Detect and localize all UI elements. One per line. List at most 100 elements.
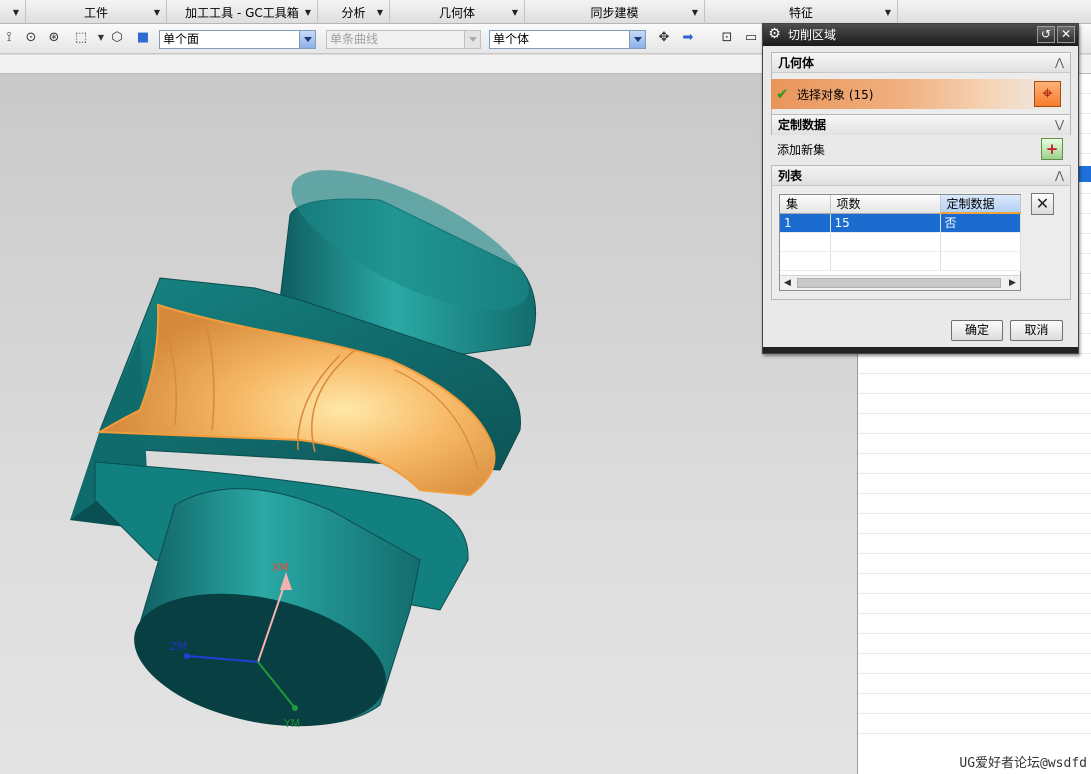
menu-group-label: 分析	[341, 6, 366, 20]
reset-icon[interactable]: ↺	[1037, 26, 1055, 43]
body-filter-select[interactable]: 单个体	[489, 30, 646, 49]
zm-axis-label: ZM	[170, 640, 188, 653]
chevron-down-icon: ▼	[153, 8, 160, 17]
list-row[interactable]	[858, 414, 1091, 434]
ym-axis-label: YM	[284, 717, 301, 730]
dropdown-arrow-icon[interactable]	[299, 31, 315, 48]
select-object-row[interactable]: ✔ 选择对象 (15) ⌖	[771, 79, 1063, 109]
column-header-set[interactable]: 集	[780, 195, 831, 214]
list-row[interactable]	[858, 594, 1091, 614]
graphics-viewport[interactable]: XM ZM YM	[0, 74, 858, 774]
table-row-empty	[780, 251, 1021, 271]
face-filter-select[interactable]: 单个面	[159, 30, 316, 49]
add-new-set-button[interactable]: +	[1041, 138, 1063, 160]
list-row[interactable]	[858, 634, 1091, 654]
menu-group-label: 特征	[788, 6, 813, 20]
scroll-right-icon[interactable]: ▶	[1005, 276, 1020, 290]
watermark-text: UG爱好者论坛@wsdfd	[959, 756, 1087, 771]
list-row[interactable]	[858, 534, 1091, 554]
dropdown-arrow-icon[interactable]	[629, 31, 645, 48]
menu-group-label: 工件	[83, 6, 108, 20]
dialog-title: 切削区域	[788, 28, 837, 42]
ribbon-group-bar: ▼ 工件 ▼ 加工工具 - GC工具箱 ▼ 分析 ▼ 几何体 ▼ 同步建模 ▼ 特征 ▼	[0, 0, 1091, 24]
chevron-down-icon: ▼	[12, 8, 19, 17]
box-select-icon[interactable]: ⬚	[72, 29, 90, 47]
cut-region-dialog: ⚙ 切削区域 ↺ ✕ 几何体 ⋀ ✔ 选择对象 (15) ⌖ 定制数据 ⋁ 添加…	[762, 23, 1079, 354]
body-filter-value: 单个体	[493, 32, 530, 46]
body-select-icon[interactable]: ⬡	[108, 29, 126, 47]
pin-icon[interactable]: ✥	[655, 29, 673, 47]
gear-icon[interactable]: ⚙	[766, 26, 783, 43]
select-point-icon[interactable]: ⊛	[45, 29, 63, 47]
chevron-down-icon: ▼	[376, 8, 383, 17]
menu-group-geometry[interactable]: 几何体 ▼	[390, 0, 525, 24]
chevron-up-icon[interactable]: ⋀	[1055, 166, 1064, 186]
add-new-set-label: 添加新集	[777, 143, 826, 157]
column-header-item-count[interactable]: 项数	[830, 195, 941, 214]
geometry-section-header[interactable]: 几何体 ⋀	[772, 53, 1070, 73]
table-header-row: 集 项数 定制数据	[780, 195, 1021, 214]
menu-group-unnamed[interactable]: ▼	[0, 0, 26, 24]
select-circle-icon[interactable]: ⊙	[22, 29, 40, 47]
dialog-title-bar[interactable]: ⚙ 切削区域 ↺ ✕	[763, 24, 1078, 46]
solid-cube-icon[interactable]: ■	[134, 29, 152, 47]
menu-group-features[interactable]: 特征 ▼	[705, 0, 898, 24]
list-row[interactable]	[858, 714, 1091, 734]
list-row[interactable]	[858, 434, 1091, 454]
list-row[interactable]	[858, 394, 1091, 414]
menu-group-sync-modeling[interactable]: 同步建模 ▼	[525, 0, 705, 24]
selected-row-highlight	[1078, 166, 1091, 182]
section-title: 定制数据	[778, 118, 827, 132]
ok-button[interactable]: 确定	[951, 320, 1003, 341]
table-cell: 1	[780, 213, 831, 233]
chevron-down-icon: ▼	[511, 8, 518, 17]
cancel-button[interactable]: 取消	[1010, 320, 1063, 341]
horizontal-scrollbar[interactable]: ◀ ▶	[780, 275, 1020, 290]
chevron-down-icon: ▼	[304, 8, 311, 17]
scroll-left-icon[interactable]: ◀	[780, 276, 795, 290]
select-object-label: 选择对象 (15)	[797, 88, 874, 102]
list-row[interactable]	[858, 514, 1091, 534]
close-icon[interactable]: ✕	[1057, 26, 1075, 43]
column-header-custom-data[interactable]: 定制数据	[940, 195, 1021, 214]
list-row[interactable]	[858, 614, 1091, 634]
table-cell: 15	[830, 213, 941, 233]
table-cell: 否	[940, 213, 1021, 233]
menu-group-workpiece[interactable]: 工件 ▼	[26, 0, 167, 24]
list-section-header[interactable]: 列表 ⋀	[772, 166, 1070, 186]
sets-table[interactable]: 集 项数 定制数据 1 15 否 ◀ ▶	[779, 194, 1021, 291]
chevron-up-icon[interactable]: ⋀	[1055, 53, 1064, 73]
table-row[interactable]: 1 15 否	[780, 213, 1021, 233]
custom-data-section-header[interactable]: 定制数据 ⋁	[772, 115, 1070, 135]
face-filter-value: 单个面	[163, 32, 200, 46]
list-row[interactable]	[858, 454, 1091, 474]
menu-group-label: 几何体	[438, 6, 475, 20]
list-row[interactable]	[858, 474, 1091, 494]
arrow-right-icon[interactable]: ➡	[679, 29, 697, 47]
checkmark-icon: ✔	[776, 85, 789, 103]
part-model	[70, 170, 537, 727]
list-row[interactable]	[858, 494, 1091, 514]
menu-group-gc-toolbox[interactable]: 加工工具 - GC工具箱 ▼	[167, 0, 318, 24]
fit-view-icon[interactable]: ▭	[742, 29, 760, 47]
menu-group-label: 加工工具 - GC工具箱	[185, 6, 299, 20]
list-row[interactable]	[858, 374, 1091, 394]
custom-data-section: 定制数据 ⋁	[771, 114, 1071, 135]
list-row[interactable]	[858, 674, 1091, 694]
list-row[interactable]	[858, 554, 1091, 574]
xm-axis-label: XM	[272, 561, 290, 574]
chevron-down-icon[interactable]: ⋁	[1055, 115, 1064, 135]
snap-point-icon[interactable]: ⟟	[0, 29, 18, 47]
dropdown-arrow-icon	[464, 31, 480, 48]
menu-group-analysis[interactable]: 分析 ▼	[318, 0, 390, 24]
list-row[interactable]	[858, 694, 1091, 714]
delete-set-button[interactable]: ✕	[1031, 193, 1054, 215]
scrollbar-thumb[interactable]	[797, 278, 1001, 288]
select-object-crosshair-button[interactable]: ⌖	[1034, 81, 1061, 107]
curve-filter-value: 单条曲线	[330, 32, 379, 46]
zoom-icon[interactable]: ⊡	[718, 29, 736, 47]
list-row[interactable]	[858, 354, 1091, 374]
list-row[interactable]	[858, 654, 1091, 674]
curve-filter-select: 单条曲线	[326, 30, 481, 49]
list-row[interactable]	[858, 574, 1091, 594]
